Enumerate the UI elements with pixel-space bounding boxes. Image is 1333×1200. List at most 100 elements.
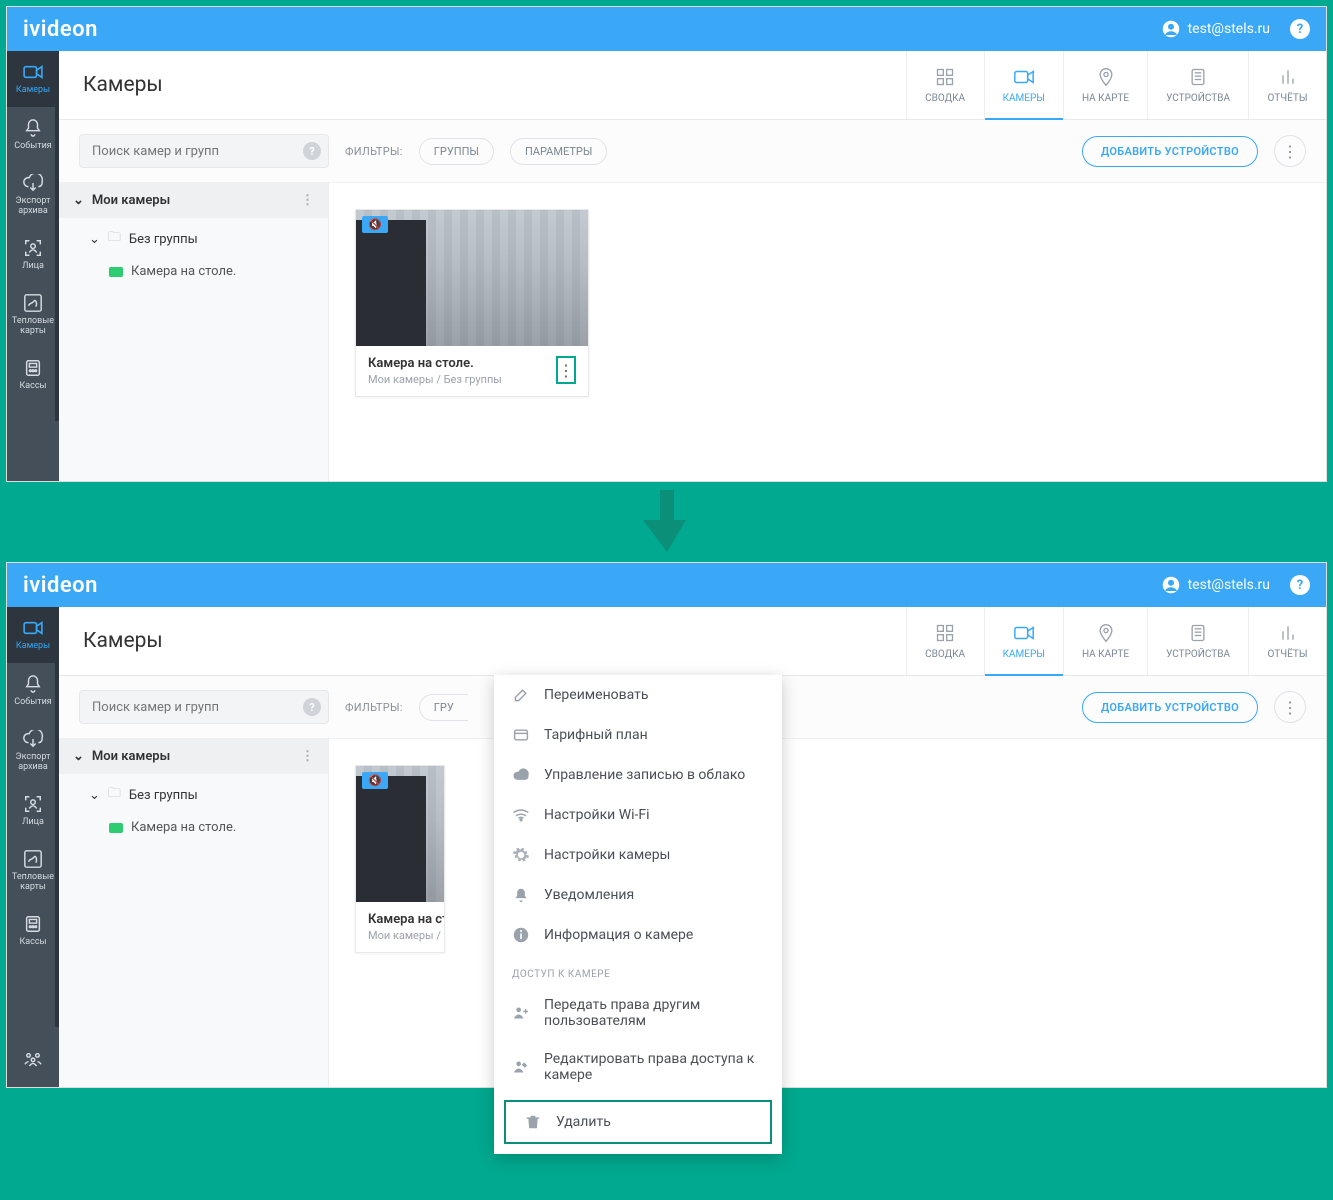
search-input[interactable] [79, 690, 329, 724]
heatmap-icon [22, 849, 44, 869]
chevron-down-icon: ⌄ [73, 193, 84, 208]
tree-group[interactable]: ⌄ 🗀 Без группы [59, 774, 328, 812]
ctx-info[interactable]: Информация о камере [494, 915, 782, 955]
sidebar: Камеры События Экспорт архива Лица Тепло… [7, 51, 59, 481]
sidebar-item-export[interactable]: Экспорт архива [7, 719, 59, 783]
tab-devices[interactable]: УСТРОЙСТВА [1147, 51, 1248, 119]
person-add-icon [512, 1004, 530, 1022]
sidebar-item-faces[interactable]: Лица [7, 227, 59, 283]
sidebar-item-pos[interactable]: Кассы [7, 347, 59, 403]
sidebar-item-pos[interactable]: Кассы [7, 903, 59, 959]
camera-thumbnail[interactable]: 🔇 [356, 766, 444, 902]
camera-icon [22, 62, 44, 82]
ctx-share[interactable]: Передать права другим пользователям [494, 986, 782, 1040]
page-title: Камеры [59, 607, 906, 675]
search-wrap: ? [79, 134, 329, 168]
content-top: Камеры СВОДКА КАМЕРЫ НА КАРТЕ УСТРОЙСТВА… [59, 51, 1326, 120]
user-menu[interactable]: test@stels.ru [1162, 20, 1270, 38]
chevron-down-icon: ⌄ [73, 749, 84, 764]
user-icon [1162, 576, 1180, 594]
tree-root[interactable]: ⌄ Мои камеры ⋮ [59, 183, 328, 218]
tab-cameras[interactable]: КАМЕРЫ [984, 51, 1063, 119]
tree-camera-item[interactable]: Камера на столе. [59, 812, 328, 843]
sidebar-item-faces[interactable]: Лица [7, 783, 59, 839]
folder-icon: 🗀 [108, 784, 121, 806]
tree-group[interactable]: ⌄ 🗀 Без группы [59, 218, 328, 256]
search-help-icon[interactable]: ? [303, 698, 321, 716]
tree-group-label: Без группы [129, 232, 198, 247]
filters-label: ФИЛЬТРЫ: [345, 701, 403, 714]
brand-logo: ivideon [23, 573, 98, 598]
help-button[interactable]: ? [1290, 575, 1310, 595]
help-button[interactable]: ? [1290, 19, 1310, 39]
filter-groups[interactable]: ГРУППЫ [419, 138, 494, 165]
sidebar-item-cameras[interactable]: Камеры [7, 51, 59, 107]
camera-card[interactable]: 🔇 Камера на ст Мои камеры / [355, 765, 445, 953]
camera-card[interactable]: 🔇 Камера на столе. Мои камеры / Без груп… [355, 209, 589, 397]
camera-grid: 🔇 Камера на ст Мои камеры / [329, 739, 471, 1087]
ctx-tariff[interactable]: Тарифный план [494, 715, 782, 755]
camera-thumbnail[interactable]: 🔇 [356, 210, 588, 346]
tree-root-more[interactable]: ⋮ [301, 749, 314, 764]
search-wrap: ? [79, 690, 329, 724]
tree-camera-item[interactable]: Камера на столе. [59, 256, 328, 287]
content-top: Камеры СВОДКА КАМЕРЫ НА КАРТЕ УСТРОЙСТВА… [59, 607, 1326, 676]
sidebar-item-events[interactable]: События [7, 663, 59, 719]
toolbar-more-button[interactable]: ⋮ [1274, 691, 1306, 723]
chevron-down-icon: ⌄ [89, 232, 100, 247]
tab-cameras[interactable]: КАМЕРЫ [984, 607, 1063, 675]
gear-icon [512, 846, 530, 864]
edit-icon [512, 686, 530, 704]
pos-icon [22, 358, 44, 378]
heatmap-icon [22, 293, 44, 313]
user-icon [1162, 20, 1180, 38]
camera-context-menu: Переименовать Тарифный план Управление з… [494, 675, 782, 1154]
tab-map[interactable]: НА КАРТЕ [1063, 51, 1147, 119]
search-help-icon[interactable]: ? [303, 142, 321, 160]
person-edit-icon [512, 1058, 530, 1076]
frame-after: ivideon test@stels.ru ? Камеры События Э… [6, 562, 1327, 1088]
bell-icon [22, 118, 44, 138]
user-menu[interactable]: test@stels.ru [1162, 576, 1270, 594]
tree-panel: ⌄ Мои камеры ⋮ ⌄ 🗀 Без группы Камера на … [59, 183, 329, 481]
toolbar-more-button[interactable]: ⋮ [1274, 135, 1306, 167]
sidebar-item-events[interactable]: События [7, 107, 59, 163]
sidebar-item-heatmaps[interactable]: Тепловые карты [7, 839, 59, 903]
main-row: ⌄ Мои камеры ⋮ ⌄ 🗀 Без группы Камера на … [59, 183, 1326, 481]
tab-map[interactable]: НА КАРТЕ [1063, 607, 1147, 675]
filter-params[interactable]: ПАРАМЕТРЫ [510, 138, 607, 165]
tab-summary[interactable]: СВОДКА [906, 51, 984, 119]
people-icon [22, 1049, 44, 1069]
tab-reports[interactable]: ОТЧЁТЫ [1248, 607, 1326, 675]
sidebar-item-cameras[interactable]: Камеры [7, 607, 59, 663]
cloud-download-icon [22, 173, 44, 193]
camera-path: Мои камеры / Без группы [368, 373, 556, 386]
sidebar-item-heatmaps[interactable]: Тепловые карты [7, 283, 59, 347]
tab-summary[interactable]: СВОДКА [906, 607, 984, 675]
tree-root-label: Мои камеры [92, 193, 170, 208]
add-device-button[interactable]: ДОБАВИТЬ УСТРОЙСТВО [1082, 136, 1258, 167]
search-input[interactable] [79, 134, 329, 168]
mute-icon: 🔇 [362, 216, 388, 233]
tab-reports[interactable]: ОТЧЁТЫ [1248, 51, 1326, 119]
sidebar-item-export[interactable]: Экспорт архива [7, 163, 59, 227]
ctx-notifications[interactable]: Уведомления [494, 875, 782, 915]
ctx-wifi[interactable]: Настройки Wi-Fi [494, 795, 782, 835]
toolbar: ? ФИЛЬТРЫ: ГРУППЫ ПАРАМЕТРЫ ДОБАВИТЬ УСТ… [59, 120, 1326, 183]
ctx-settings[interactable]: Настройки камеры [494, 835, 782, 875]
tab-devices[interactable]: УСТРОЙСТВА [1147, 607, 1248, 675]
ctx-rename[interactable]: Переименовать [494, 675, 782, 715]
bell-icon [512, 886, 530, 904]
camera-more-button[interactable]: ⋮ [556, 356, 576, 384]
filter-groups[interactable]: ГРУ [419, 694, 468, 721]
ctx-delete[interactable]: Удалить [504, 1100, 772, 1144]
header-right: test@stels.ru ? [1162, 19, 1310, 39]
tree-root-more[interactable]: ⋮ [301, 193, 314, 208]
wifi-icon [512, 806, 530, 824]
sidebar-item-extra[interactable] [7, 1031, 59, 1087]
camera-name: Камера на столе. [368, 356, 556, 371]
tree-root[interactable]: ⌄ Мои камеры ⋮ [59, 739, 328, 774]
ctx-edit-access[interactable]: Редактировать права доступа к камере [494, 1040, 782, 1094]
ctx-cloud-record[interactable]: Управление записью в облако [494, 755, 782, 795]
add-device-button[interactable]: ДОБАВИТЬ УСТРОЙСТВО [1082, 692, 1258, 723]
